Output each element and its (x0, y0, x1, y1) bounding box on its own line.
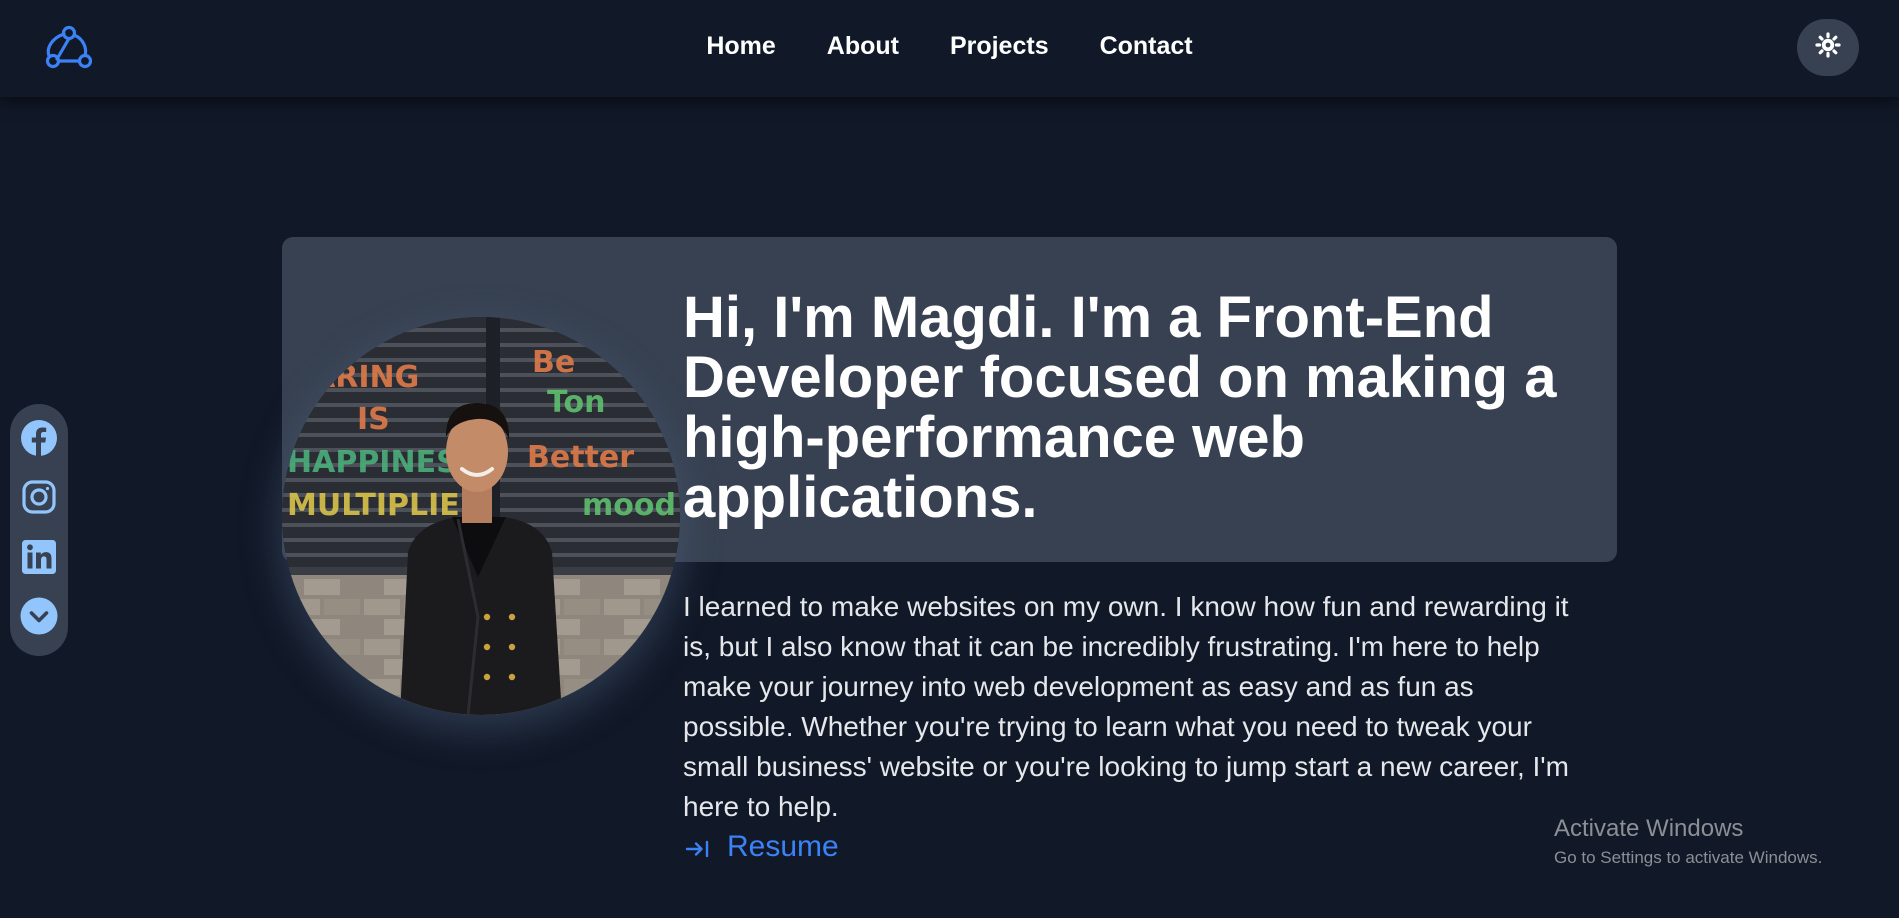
watermark-title: Activate Windows (1554, 815, 1744, 842)
main-nav: Home About Projects Contact (0, 32, 1899, 61)
hero-bio: I learned to make websites on my own. I … (683, 591, 1569, 822)
watermark-subtitle: Go to Settings to activate Windows. (1554, 848, 1823, 867)
nav-link-contact[interactable]: Contact (1100, 32, 1193, 61)
facebook-icon[interactable] (19, 418, 59, 458)
svg-text:MULTIPLIES: MULTIPLIES (287, 488, 481, 523)
svg-text:Ton: Ton (547, 385, 605, 420)
social-links-bar (10, 404, 68, 656)
svg-text:IS: IS (357, 402, 390, 437)
resume-label: Resume (727, 830, 839, 863)
nav-link-home[interactable]: Home (706, 32, 775, 61)
navbar: Home About Projects Contact (0, 0, 1899, 97)
svg-text:Be: Be (532, 345, 575, 380)
instagram-icon[interactable] (19, 478, 59, 518)
theme-toggle-button[interactable] (1797, 19, 1859, 76)
linkedin-icon[interactable] (19, 537, 59, 577)
svg-text:Better: Better (527, 440, 634, 475)
profile-photo: ARING IS HAPPINESS MULTIPLIES Be Ton Bet… (282, 317, 680, 715)
hero-headline: Hi, I'm Magdi. I'm a Front-End Developer… (683, 285, 1557, 530)
nav-link-about[interactable]: About (827, 32, 899, 61)
svg-text:mood: mood (582, 488, 676, 523)
sun-icon (1815, 32, 1841, 63)
chevron-down-circle-icon[interactable] (19, 597, 59, 637)
arrow-right-to-line-icon (683, 835, 713, 859)
nav-link-projects[interactable]: Projects (950, 32, 1049, 61)
windows-activation-watermark: Activate Windows Go to Settings to activ… (1554, 814, 1822, 870)
resume-link[interactable]: Resume (683, 827, 839, 867)
